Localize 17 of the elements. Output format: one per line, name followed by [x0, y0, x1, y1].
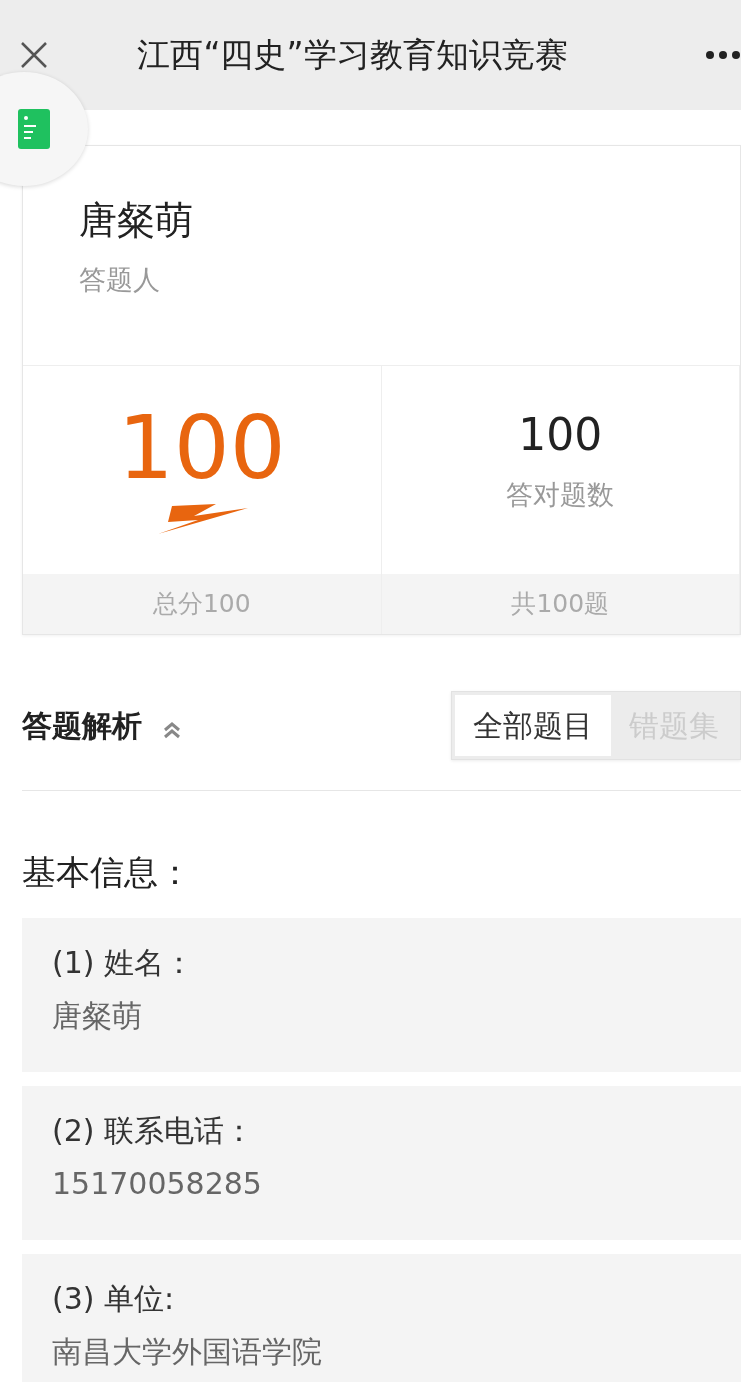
field-value: 南昌大学外国语学院: [52, 1334, 322, 1369]
field-label: (1) 姓名：: [52, 945, 195, 980]
respondent-label: 答题人: [79, 263, 160, 295]
stat-footer: 总分100: [152, 585, 251, 623]
section-heading: 基本信息：: [22, 852, 192, 892]
correct-count: 100: [518, 412, 603, 457]
count-caption: 答对题数: [506, 477, 615, 512]
stat-footer: 共100题: [511, 585, 610, 623]
field-label: (3) 单位:: [52, 1281, 175, 1316]
field-value: 15170058285: [52, 1166, 262, 1201]
page-title: 江西“四史”学习教育知识竞赛: [137, 35, 568, 75]
field-value: 唐粲萌: [52, 998, 142, 1033]
filter-tab[interactable]: 全部题目: [455, 695, 611, 756]
score-value: 100: [117, 404, 286, 492]
section-title: 答题解析: [22, 707, 142, 745]
respondent-name: 唐粲萌: [79, 198, 193, 242]
field-label: (2) 联系电话：: [52, 1113, 255, 1148]
